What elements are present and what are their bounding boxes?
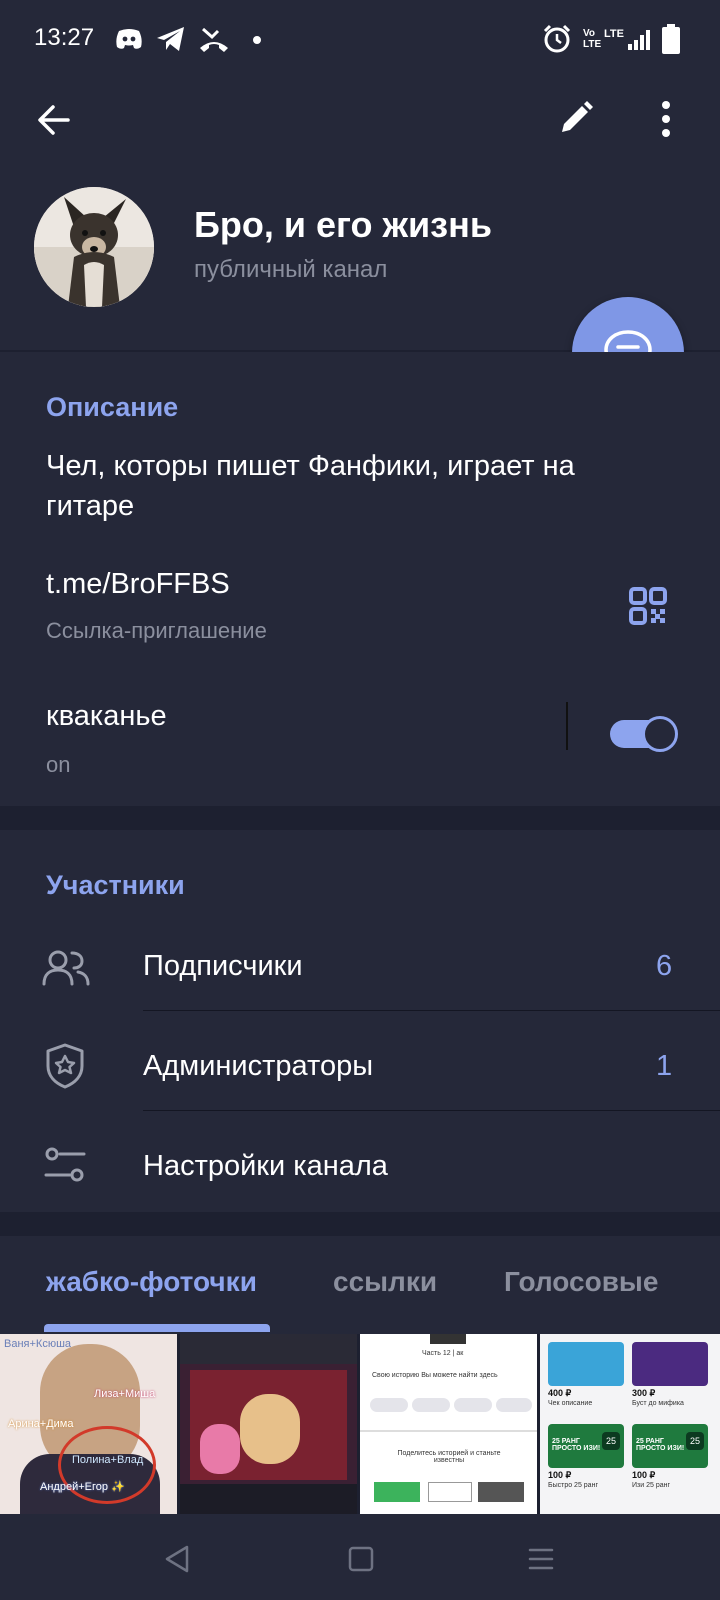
- doc-chip: [412, 1398, 450, 1412]
- game-character-shape: [240, 1394, 300, 1464]
- home-square-icon[interactable]: [348, 1546, 374, 1572]
- game-character-shape: [200, 1424, 240, 1474]
- media-thumbnail[interactable]: [180, 1334, 357, 1514]
- shop-price: 100 ₽: [548, 1470, 572, 1480]
- recents-menu-icon[interactable]: [528, 1546, 554, 1572]
- status-bar: 13:27 Vo LTE LTE: [0, 0, 720, 82]
- doc-chip: [370, 1398, 408, 1412]
- thumb-label: Полина+Влад: [72, 1454, 144, 1466]
- shop-card-image: [548, 1342, 624, 1386]
- media-thumbnail[interactable]: Ваня+Ксюша Лиза+Миша Арина+Дима Полина+В…: [0, 1334, 177, 1514]
- channel-name: Бро, и его жизнь: [194, 204, 492, 245]
- whatsapp-share-button: [374, 1482, 420, 1502]
- telegram-icon: [157, 27, 184, 51]
- subscribers-row[interactable]: Подписчики 6: [0, 920, 720, 1020]
- invite-link-label: Ссылка-приглашение: [46, 618, 267, 643]
- dot-icon: [253, 36, 261, 44]
- more-vertical-icon[interactable]: [660, 100, 672, 138]
- thumb-label: Ваня+Ксюша: [4, 1338, 72, 1350]
- toggle-label: кваканье: [46, 700, 167, 732]
- shop-price: 100 ₽: [632, 1470, 656, 1480]
- administrators-label: Администраторы: [143, 1050, 374, 1082]
- shop-card-image: 25 РАНГ ПРОСТО ИЗИ! 25: [632, 1424, 708, 1468]
- shop-text: Быстро 25 ранг: [548, 1482, 598, 1489]
- thumb-label: Андрей+Егор ✨: [40, 1481, 125, 1493]
- shop-price: 400 ₽: [548, 1388, 572, 1398]
- channel-settings-label: Настройки канала: [143, 1150, 388, 1182]
- status-time: 13:27: [34, 24, 95, 51]
- rank-badge: 25: [602, 1432, 620, 1450]
- media-thumbnail[interactable]: Часть 12 | ак Свою историю Вы можете най…: [360, 1334, 537, 1514]
- channel-avatar[interactable]: [34, 187, 154, 307]
- shop-card-caption: 25 РАНГ ПРОСТО ИЗИ!: [636, 1438, 685, 1452]
- system-nav-bar: [0, 1514, 720, 1600]
- pencil-icon[interactable]: [558, 100, 594, 136]
- arrow-left-icon[interactable]: [36, 102, 72, 138]
- shop-card-caption: 25 РАНГ ПРОСТО ИЗИ!: [552, 1438, 601, 1452]
- dog-photo-icon: [34, 187, 154, 307]
- section-title-description: Описание: [46, 392, 179, 422]
- rank-badge: 25: [686, 1432, 704, 1450]
- section-title-members: Участники: [46, 870, 185, 900]
- doc-chip: [496, 1398, 532, 1412]
- active-tab-indicator: [44, 1324, 270, 1332]
- subscribers-label: Подписчики: [143, 950, 303, 982]
- tab-links[interactable]: ссылки: [333, 1266, 437, 1298]
- game-hud-bar: [180, 1334, 357, 1364]
- settings-sliders-icon: [44, 1147, 86, 1182]
- administrators-count: 1: [656, 1050, 673, 1082]
- toggle-value: on: [46, 752, 71, 777]
- admin-shield-icon: [46, 1043, 84, 1089]
- shop-text: Изи 25 ранг: [632, 1482, 671, 1489]
- shop-price: 300 ₽: [632, 1388, 656, 1398]
- channel-settings-row[interactable]: Настройки канала: [0, 1120, 720, 1212]
- doc-divider: [360, 1430, 537, 1432]
- shop-text: Чек описание: [548, 1400, 593, 1407]
- media-thumbnail[interactable]: 400 ₽ Чек описание 300 ₽ Буст до мифика …: [540, 1334, 720, 1514]
- battery-icon: [662, 24, 680, 54]
- tab-photos[interactable]: жабко-фоточки: [46, 1266, 257, 1298]
- kvakanie-toggle-switch[interactable]: [610, 716, 678, 752]
- members-section: Участники Подписчики 6 Администраторы 1 …: [0, 830, 720, 1212]
- game-bottom-bar: [180, 1484, 357, 1514]
- copy-button: [428, 1482, 472, 1502]
- row-divider: [143, 1010, 720, 1011]
- shop-card-image: [632, 1342, 708, 1386]
- shop-text: Буст до мифика: [632, 1400, 684, 1407]
- back-triangle-icon[interactable]: [164, 1544, 190, 1574]
- tab-voice[interactable]: Голосовые: [504, 1266, 658, 1298]
- description-text: Чел, которы пишет Фанфики, играет на гит…: [46, 450, 575, 522]
- description-section: Описание Чел, которы пишет Фанфики, игра…: [0, 352, 720, 806]
- toggle-knob: [642, 716, 678, 752]
- doc-chip: [454, 1398, 492, 1412]
- doc-text: Поделитесь историей и станьте известны: [397, 1450, 501, 1464]
- missed-call-icon: [200, 27, 228, 52]
- volte-icon: Vo LTE: [583, 28, 602, 50]
- users-icon: [42, 950, 90, 986]
- toggle-separator: [566, 702, 568, 750]
- channel-type: публичный канал: [194, 256, 388, 283]
- doc-text: Часть 12 | ак: [422, 1350, 464, 1357]
- share-button: [478, 1482, 524, 1502]
- subscribers-count: 6: [656, 950, 673, 982]
- invite-link[interactable]: t.me/BroFFBS: [46, 568, 230, 601]
- lte-signal-icon: [628, 30, 650, 50]
- doc-header-shape: [430, 1334, 466, 1344]
- discord-icon: [116, 29, 142, 49]
- shop-card-image: 25 РАНГ ПРОСТО ИЗИ! 25: [548, 1424, 624, 1468]
- administrators-row[interactable]: Администраторы 1: [0, 1020, 720, 1120]
- qr-code-icon[interactable]: [629, 587, 667, 625]
- row-divider: [143, 1110, 720, 1111]
- thumb-label: Арина+Дима: [8, 1418, 74, 1430]
- doc-text: Свою историю Вы можете найти здесь: [372, 1372, 498, 1379]
- alarm-icon: [543, 24, 571, 53]
- thumb-label: Лиза+Миша: [94, 1388, 156, 1400]
